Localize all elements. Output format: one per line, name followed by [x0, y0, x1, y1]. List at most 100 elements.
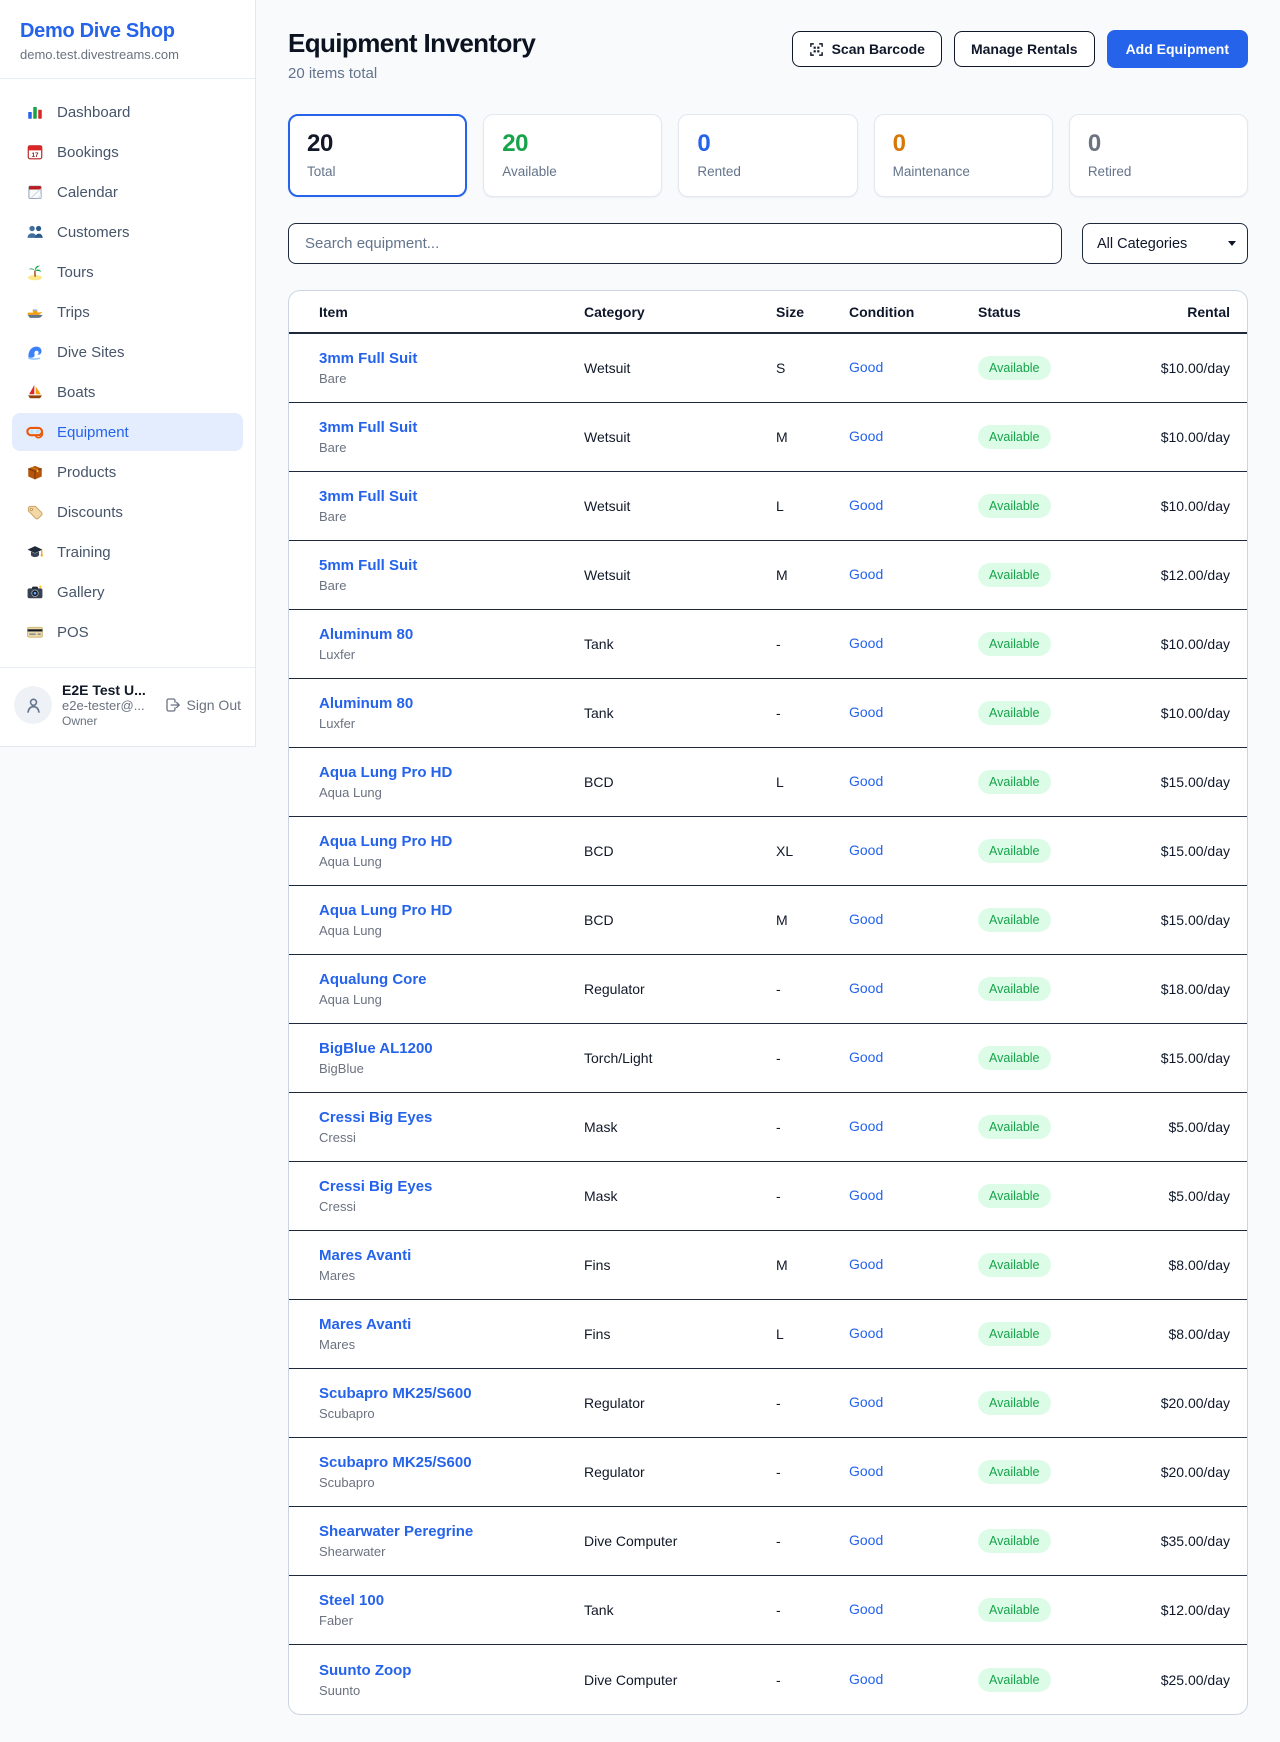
category-select-wrap: All Categories [1082, 223, 1248, 264]
item-name-link[interactable]: BigBlue AL1200 [319, 1040, 433, 1057]
sidebar-nav: Dashboard 17 Bookings Calendar Customers… [0, 79, 255, 667]
item-name-link[interactable]: Cressi Big Eyes [319, 1109, 432, 1126]
status-badge: Available [978, 1322, 1051, 1346]
condition-link[interactable]: Good [849, 704, 883, 720]
table-row: Scubapro MK25/S600 Scubapro Regulator - … [289, 1369, 1247, 1438]
sidebar-item-discounts[interactable]: Discounts [12, 493, 243, 531]
item-name-link[interactable]: 3mm Full Suit [319, 419, 417, 436]
item-name-link[interactable]: Mares Avanti [319, 1316, 411, 1333]
sign-out-button[interactable]: Sign Out [165, 697, 241, 713]
item-rental-rate: $10.00/day [1139, 636, 1230, 652]
condition-link[interactable]: Good [849, 911, 883, 927]
calendar-date-icon: 17 [26, 143, 44, 161]
item-name-link[interactable]: Scubapro MK25/S600 [319, 1385, 472, 1402]
condition-link[interactable]: Good [849, 635, 883, 651]
column-header-size: Size [776, 304, 849, 320]
condition-link[interactable]: Good [849, 1394, 883, 1410]
condition-link[interactable]: Good [849, 980, 883, 996]
item-brand: Aqua Lung [319, 923, 584, 938]
item-brand: Luxfer [319, 647, 584, 662]
sidebar-item-products[interactable]: Products [12, 453, 243, 491]
item-name-link[interactable]: 5mm Full Suit [319, 557, 417, 574]
brand-title[interactable]: Demo Dive Shop [20, 20, 235, 43]
table-row: Aqua Lung Pro HD Aqua Lung BCD XL Good A… [289, 817, 1247, 886]
stat-label-retired: Retired [1088, 164, 1229, 179]
condition-link[interactable]: Good [849, 1256, 883, 1272]
condition-link[interactable]: Good [849, 1671, 883, 1687]
sidebar-item-pos[interactable]: POS [12, 613, 243, 651]
sidebar-item-equipment[interactable]: Equipment [12, 413, 243, 451]
manage-rentals-button[interactable]: Manage Rentals [954, 31, 1095, 67]
stat-card-maintenance[interactable]: 0 Maintenance [874, 114, 1053, 197]
condition-link[interactable]: Good [849, 566, 883, 582]
item-name-link[interactable]: Aluminum 80 [319, 626, 413, 643]
item-category: Mask [584, 1188, 776, 1204]
item-rental-rate: $8.00/day [1139, 1257, 1230, 1273]
item-name-link[interactable]: Aluminum 80 [319, 695, 413, 712]
condition-link[interactable]: Good [849, 1325, 883, 1341]
condition-link[interactable]: Good [849, 1601, 883, 1617]
stat-card-total[interactable]: 20 Total [288, 114, 467, 197]
search-input[interactable] [288, 223, 1062, 264]
item-name-link[interactable]: Aqua Lung Pro HD [319, 902, 452, 919]
item-rental-rate: $5.00/day [1139, 1119, 1230, 1135]
item-size: L [776, 498, 849, 514]
condition-link[interactable]: Good [849, 1532, 883, 1548]
table-row: 5mm Full Suit Bare Wetsuit M Good Availa… [289, 541, 1247, 610]
sidebar-item-dive-sites[interactable]: Dive Sites [12, 333, 243, 371]
calendar-pad-icon [26, 183, 44, 201]
condition-link[interactable]: Good [849, 428, 883, 444]
stat-card-rented[interactable]: 0 Rented [678, 114, 857, 197]
sidebar-item-calendar[interactable]: Calendar [12, 173, 243, 211]
stat-value-retired: 0 [1088, 130, 1229, 158]
sidebar: Demo Dive Shop demo.test.divestreams.com… [0, 0, 256, 747]
sidebar-item-training[interactable]: Training [12, 533, 243, 571]
item-name-link[interactable]: Aqua Lung Pro HD [319, 764, 452, 781]
item-name-link[interactable]: Shearwater Peregrine [319, 1523, 473, 1540]
item-name-link[interactable]: Suunto Zoop [319, 1662, 411, 1679]
scan-barcode-button[interactable]: Scan Barcode [792, 31, 942, 67]
sidebar-item-bookings[interactable]: 17 Bookings [12, 133, 243, 171]
item-name-link[interactable]: 3mm Full Suit [319, 350, 417, 367]
user-box: E2E Test U... e2e-tester@... Owner Sign … [0, 667, 255, 746]
item-category: Regulator [584, 1464, 776, 1480]
sidebar-item-boats[interactable]: Boats [12, 373, 243, 411]
item-name-link[interactable]: Aqua Lung Pro HD [319, 833, 452, 850]
condition-link[interactable]: Good [849, 1187, 883, 1203]
condition-link[interactable]: Good [849, 842, 883, 858]
item-name-link[interactable]: 3mm Full Suit [319, 488, 417, 505]
condition-link[interactable]: Good [849, 497, 883, 513]
table-body: 3mm Full Suit Bare Wetsuit S Good Availa… [289, 334, 1247, 1714]
condition-link[interactable]: Good [849, 359, 883, 375]
item-rental-rate: $5.00/day [1139, 1188, 1230, 1204]
item-brand: Bare [319, 509, 584, 524]
table-row: Cressi Big Eyes Cressi Mask - Good Avail… [289, 1162, 1247, 1231]
item-name-link[interactable]: Steel 100 [319, 1592, 384, 1609]
wave-icon [26, 343, 44, 361]
item-name-link[interactable]: Cressi Big Eyes [319, 1178, 432, 1195]
stat-card-available[interactable]: 20 Available [483, 114, 662, 197]
category-select[interactable]: All Categories [1082, 223, 1248, 264]
item-category: Wetsuit [584, 360, 776, 376]
sidebar-item-trips[interactable]: Trips [12, 293, 243, 331]
avatar [14, 686, 52, 724]
condition-link[interactable]: Good [849, 1049, 883, 1065]
sidebar-item-gallery[interactable]: Gallery [12, 573, 243, 611]
item-size: L [776, 774, 849, 790]
condition-link[interactable]: Good [849, 1118, 883, 1134]
item-name-link[interactable]: Scubapro MK25/S600 [319, 1454, 472, 1471]
item-name-link[interactable]: Aqualung Core [319, 971, 427, 988]
sidebar-item-tours[interactable]: Tours [12, 253, 243, 291]
stat-card-retired[interactable]: 0 Retired [1069, 114, 1248, 197]
item-rental-rate: $12.00/day [1139, 1602, 1230, 1618]
condition-link[interactable]: Good [849, 773, 883, 789]
condition-link[interactable]: Good [849, 1463, 883, 1479]
sidebar-item-dashboard[interactable]: Dashboard [12, 93, 243, 131]
item-size: L [776, 1326, 849, 1342]
add-equipment-button[interactable]: Add Equipment [1107, 30, 1248, 68]
sidebar-item-customers[interactable]: Customers [12, 213, 243, 251]
item-rental-rate: $10.00/day [1139, 705, 1230, 721]
item-category: BCD [584, 912, 776, 928]
filter-row: All Categories [288, 223, 1248, 264]
item-name-link[interactable]: Mares Avanti [319, 1247, 411, 1264]
